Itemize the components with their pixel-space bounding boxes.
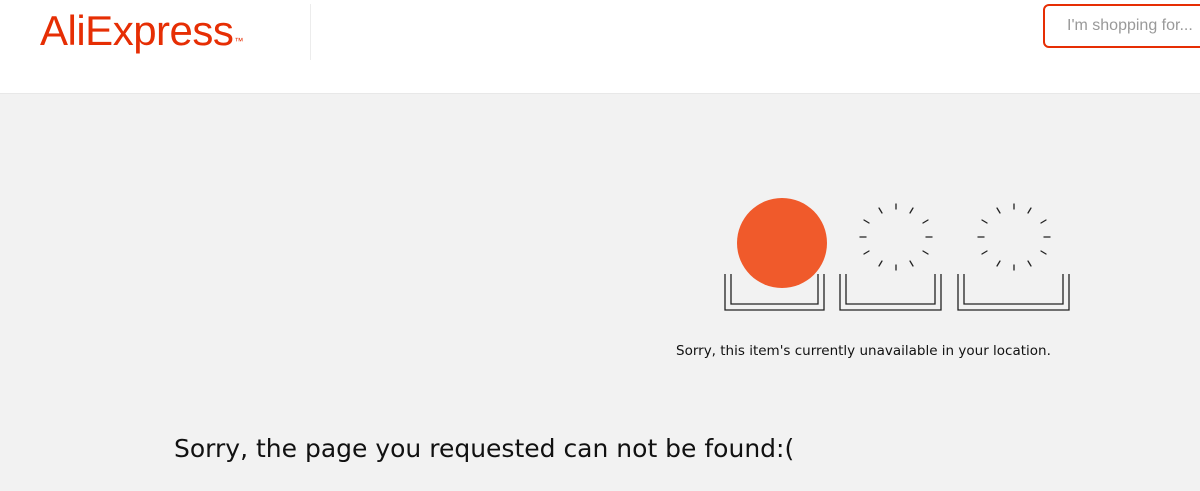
empty-sun-icon-2 — [859, 203, 933, 271]
aliexpress-logo[interactable]: AliExpress™ — [40, 6, 243, 56]
search-input[interactable] — [1045, 6, 1200, 46]
main-content: Sorry, this item's currently unavailable… — [0, 94, 1200, 491]
not-found-message: Sorry, the page you requested can not be… — [174, 434, 795, 463]
unavailable-message: Sorry, this item's currently unavailable… — [676, 343, 1051, 359]
header-divider — [310, 4, 311, 60]
search-box[interactable] — [1043, 4, 1200, 48]
slot-3-icon — [957, 274, 1070, 311]
site-header: AliExpress™ — [0, 0, 1200, 94]
sun-icon — [737, 198, 827, 288]
logo-trademark: ™ — [234, 36, 243, 46]
logo-text: AliExpress — [40, 7, 234, 54]
slot-2-icon — [839, 274, 942, 311]
empty-sun-icon-3 — [977, 203, 1051, 271]
sun-and-empty-slots-illustration — [724, 198, 1070, 311]
